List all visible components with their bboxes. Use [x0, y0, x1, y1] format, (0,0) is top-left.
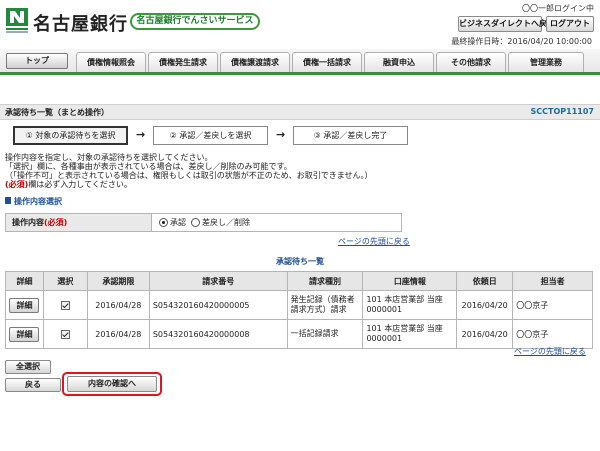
service-name: 名古屋銀行でんさいサービス [130, 13, 260, 30]
page-title: 承認待ち一覧（まとめ操作） [5, 108, 109, 117]
operation-label: 操作内容(必須) [6, 214, 152, 231]
select-all-button[interactable]: 全選択 [5, 360, 51, 374]
account-cell: 101 本店営業部 当座 0000001 [362, 319, 458, 349]
radio-approve-indicator[interactable] [159, 218, 168, 227]
col-request-no: 請求番号 [148, 271, 288, 291]
col-request-date: 依頼日 [456, 271, 514, 291]
table-header-row: 詳細 選択 承認期限 請求番号 請求種別 口座情報 依頼日 担当者 [5, 271, 593, 291]
request-no-cell: S054320160420000005 [148, 290, 288, 320]
col-select: 選択 [42, 271, 88, 291]
section-title-operation: 操作内容選択 [14, 197, 62, 206]
instruction-line: （「操作不可」と表示されている場合は、権限もしくは取引の状態が不正のため、お取引… [5, 171, 373, 180]
deadline-cell: 2016/04/28 [86, 290, 150, 320]
tab-credit-inquiry[interactable]: 債権情報照会 [76, 52, 146, 72]
instruction-line: (必須)欄は必ず入力してください。 [5, 180, 132, 189]
request-date-cell: 2016/04/20 [456, 319, 514, 349]
request-type-cell: 一括記録請求 [286, 319, 364, 349]
radio-approve[interactable]: 承認 [159, 217, 186, 228]
instruction-line: 「選択」欄に、各種事由が表示されている場合は、差戻し／削除のみ可能です。 [5, 162, 292, 171]
step-choose-action: ② 承認／差戻しを選択 [153, 126, 268, 145]
required-mark: (必須) [44, 218, 68, 227]
tab-financing[interactable]: 融資申込 [364, 52, 434, 72]
tab-bulk-request[interactable]: 債権一括請求 [292, 52, 362, 72]
approval-table: 詳細 選択 承認期限 請求番号 請求種別 口座情報 依頼日 担当者 詳細 201… [5, 271, 593, 349]
detail-button[interactable]: 詳細 [9, 326, 40, 342]
request-no-cell: S054320160420000008 [148, 319, 288, 349]
instruction-text: 欄は必ず入力してください。 [28, 180, 132, 189]
radio-reject-indicator[interactable] [191, 218, 200, 227]
table-row: 詳細 2016/04/28 S054320160420000008 一括記録請求… [5, 319, 593, 349]
tab-credit-transfer[interactable]: 債権譲渡請求 [220, 52, 290, 72]
bank-logo-icon [6, 8, 28, 33]
account-cell: 101 本店営業部 当座 0000001 [362, 290, 458, 320]
col-request-type: 請求種別 [286, 271, 364, 291]
col-staff: 担当者 [512, 271, 593, 291]
col-detail: 詳細 [5, 271, 44, 291]
bank-name: 名古屋銀行 [33, 14, 128, 35]
col-deadline: 承認期限 [86, 271, 150, 291]
user-greeting: 〇〇一郎ログイン中 [522, 4, 594, 13]
required-mark: (必須) [5, 180, 29, 189]
staff-cell: 〇〇京子 [512, 290, 593, 320]
nav-top-button[interactable]: トップ [6, 53, 68, 69]
row-select-checkbox[interactable] [60, 300, 70, 310]
instruction-line: 操作内容を指定し、対象の承認待ちを選択してください。 [5, 153, 213, 162]
detail-button[interactable]: 詳細 [9, 297, 40, 313]
tab-credit-issue[interactable]: 債権発生請求 [148, 52, 218, 72]
logout-button[interactable]: ログアウト [546, 16, 594, 32]
step-arrow-icon: → [276, 128, 286, 141]
step-complete: ③ 承認／差戻し完了 [293, 126, 408, 145]
request-type-cell: 発生記録（債務者請求方式）請求 [286, 290, 364, 320]
deadline-cell: 2016/04/28 [86, 319, 150, 349]
staff-cell: 〇〇京子 [512, 319, 593, 349]
section-marker-icon [5, 197, 11, 204]
list-title: 承認待ち一覧 [276, 257, 324, 266]
tab-admin[interactable]: 管理業務 [508, 52, 584, 72]
confirm-content-button[interactable]: 内容の確認へ [67, 376, 157, 392]
page-top-link[interactable]: ページの先頭に戻る [338, 236, 410, 247]
radio-reject-delete[interactable]: 差戻し／削除 [191, 217, 250, 228]
row-select-checkbox[interactable] [60, 329, 70, 339]
request-date-cell: 2016/04/20 [456, 290, 514, 320]
table-row: 詳細 2016/04/28 S054320160420000005 発生記録（債… [5, 290, 593, 320]
back-button[interactable]: 戻る [5, 378, 61, 392]
last-operation-time: 最終操作日時：2016/04/20 10:00:00 [451, 37, 592, 46]
business-direct-back-button[interactable]: ビジネスダイレクトへ戻る [458, 16, 555, 32]
step-arrow-icon: → [136, 128, 146, 141]
tab-other-requests[interactable]: その他請求 [436, 52, 506, 72]
page-top-link[interactable]: ページの先頭に戻る [514, 346, 586, 357]
screen-id: SCCTOP11107 [530, 107, 594, 116]
col-account: 口座情報 [362, 271, 458, 291]
step-select-target: ① 対象の承認待ちを選択 [13, 126, 128, 145]
